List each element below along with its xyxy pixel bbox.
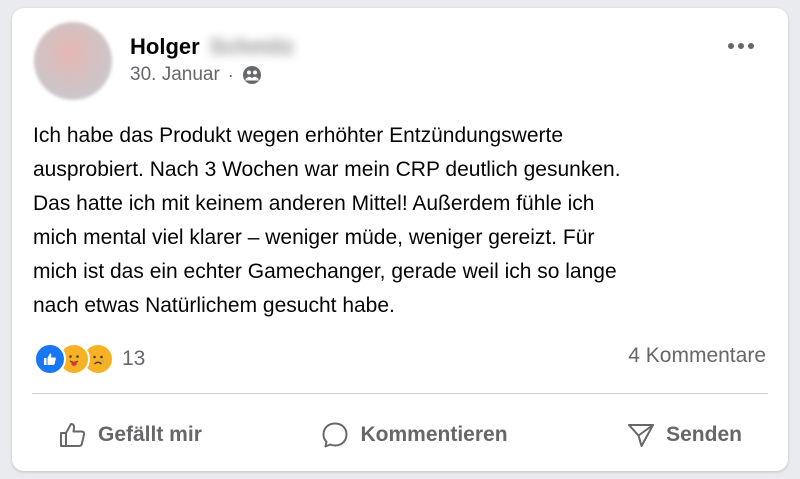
comment-label: Kommentieren bbox=[360, 423, 508, 446]
reactions-summary[interactable]: 13 bbox=[34, 343, 145, 375]
post-card: Holger Schmitz 30. Januar · Ich habe das… bbox=[12, 8, 788, 471]
comment-button[interactable]: Kommentieren bbox=[294, 411, 533, 459]
avatar[interactable] bbox=[34, 22, 112, 100]
author-name[interactable]: Holger bbox=[130, 34, 200, 60]
comment-bubble-icon bbox=[320, 420, 350, 450]
divider bbox=[32, 393, 768, 394]
comment-count-link[interactable]: 4 Kommentare bbox=[628, 344, 766, 368]
like-icon bbox=[34, 343, 66, 375]
post-text: Ich habe das Produkt wegen erhöhter Entz… bbox=[33, 124, 621, 317]
post-date[interactable]: 30. Januar bbox=[130, 64, 220, 86]
action-bar: Gefällt mir Kommentieren Senden bbox=[32, 410, 768, 460]
more-dot-icon bbox=[728, 43, 734, 49]
more-dot-icon bbox=[738, 43, 744, 49]
friends-icon[interactable] bbox=[242, 65, 262, 85]
author-row: Holger Schmitz bbox=[130, 34, 294, 60]
more-options-button[interactable] bbox=[724, 36, 758, 56]
like-button[interactable]: Gefällt mir bbox=[32, 411, 228, 459]
like-label: Gefällt mir bbox=[98, 423, 202, 446]
meta-separator: · bbox=[227, 64, 234, 85]
post-meta: 30. Januar · bbox=[130, 64, 262, 86]
reaction-count: 13 bbox=[122, 347, 146, 370]
send-icon bbox=[626, 420, 656, 450]
more-dot-icon bbox=[748, 43, 754, 49]
share-button[interactable]: Senden bbox=[600, 411, 768, 459]
author-surname-blurred[interactable]: Schmitz bbox=[210, 34, 294, 60]
share-label: Senden bbox=[666, 423, 742, 446]
thumbs-up-icon bbox=[58, 420, 88, 450]
